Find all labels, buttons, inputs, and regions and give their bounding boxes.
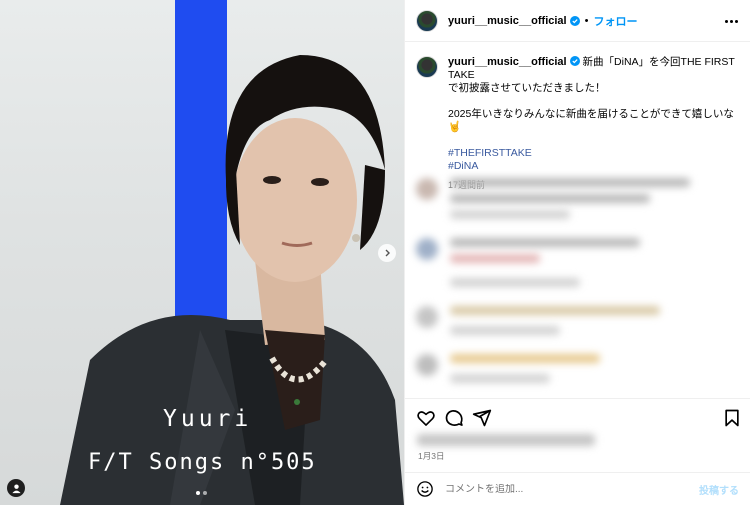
- comment-text: [450, 194, 650, 203]
- emoji-icon[interactable]: [416, 480, 434, 498]
- follow-button[interactable]: フォロー: [593, 13, 637, 29]
- comment-text: [450, 326, 560, 335]
- likes-summary-blurred: [417, 434, 595, 446]
- post-media[interactable]: Yuuri F/T Songs n°505: [0, 0, 404, 505]
- comment-input[interactable]: [445, 483, 695, 495]
- share-icon[interactable]: [472, 408, 492, 428]
- carousel-dot-active: [196, 491, 200, 495]
- user-tag-icon: [11, 483, 21, 493]
- avatar[interactable]: [416, 9, 438, 32]
- comment-text: [450, 278, 580, 287]
- comment-text: [450, 210, 570, 219]
- add-comment-bar: 投稿する: [405, 472, 750, 505]
- comment-avatar: [416, 354, 438, 376]
- post-date[interactable]: 1月3日: [418, 450, 444, 462]
- comment-avatar: [416, 306, 438, 328]
- hashtag-link[interactable]: #THEFIRSTTAKE: [448, 147, 738, 160]
- post-actions-bar: [405, 398, 750, 436]
- heart-icon[interactable]: [416, 408, 436, 428]
- header-username[interactable]: yuuri__music__official: [448, 15, 567, 27]
- carousel-indicator: [196, 491, 207, 495]
- post-side-panel: yuuri__music__official • フォロー yuuri__mus…: [404, 0, 750, 505]
- verified-badge-icon: [569, 56, 580, 66]
- instagram-post-view: Yuuri F/T Songs n°505 yuuri__music__offi…: [0, 0, 750, 505]
- verified-badge-icon: [569, 15, 580, 26]
- caption-text-line3: 2025年いきなりみんなに新曲を届けることができて嬉しいな🤘: [448, 108, 734, 133]
- comment-text: [450, 178, 690, 187]
- caption-avatar[interactable]: [416, 56, 438, 78]
- post-header: yuuri__music__official • フォロー: [405, 0, 750, 42]
- bookmark-icon[interactable]: [722, 408, 742, 428]
- comment-text: [450, 374, 550, 383]
- comment-text: [450, 354, 600, 363]
- comment-text: [450, 306, 660, 315]
- overlay-series-title: F/T Songs n°505: [88, 450, 317, 475]
- overlay-artist-name: Yuuri: [163, 406, 253, 432]
- carousel-next-button[interactable]: [378, 244, 396, 262]
- caption-first-line: yuuri__music__official 新曲「DiNA」を今回THE FI…: [448, 56, 738, 82]
- post-comment-button[interactable]: 投稿する: [699, 482, 739, 497]
- comment-text: [450, 238, 640, 247]
- carousel-dot: [203, 491, 207, 495]
- separator-dot: •: [584, 14, 589, 27]
- more-options-icon[interactable]: [725, 16, 739, 26]
- caption-text-line2: で初披露させていただきました！: [448, 82, 606, 94]
- comment-avatar: [416, 178, 438, 200]
- comment-icon[interactable]: [444, 408, 464, 428]
- tagged-users-button[interactable]: [7, 479, 25, 497]
- chevron-right-icon: [385, 249, 390, 257]
- comment-text: [450, 254, 540, 263]
- comment-avatar: [416, 238, 438, 260]
- caption-username[interactable]: yuuri__music__official: [448, 56, 567, 68]
- comments-list-blurred: [405, 170, 750, 398]
